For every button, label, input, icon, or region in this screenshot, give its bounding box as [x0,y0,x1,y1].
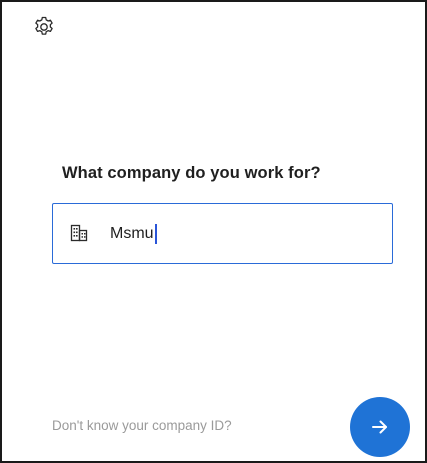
company-id-input[interactable]: Msmu [110,224,157,244]
building-icon [69,223,89,243]
arrow-right-icon [369,416,391,438]
text-cursor [154,224,157,244]
page-title: What company do you work for? [62,164,321,182]
app-screen: What company do you work for? Msmu Don't… [0,0,427,463]
company-id-field[interactable]: Msmu [52,203,393,264]
gear-icon [32,15,56,39]
next-button[interactable] [350,397,410,457]
company-id-value: Msmu [110,225,154,242]
settings-button[interactable] [32,15,56,39]
forgot-company-id-link[interactable]: Don't know your company ID? [52,418,232,433]
